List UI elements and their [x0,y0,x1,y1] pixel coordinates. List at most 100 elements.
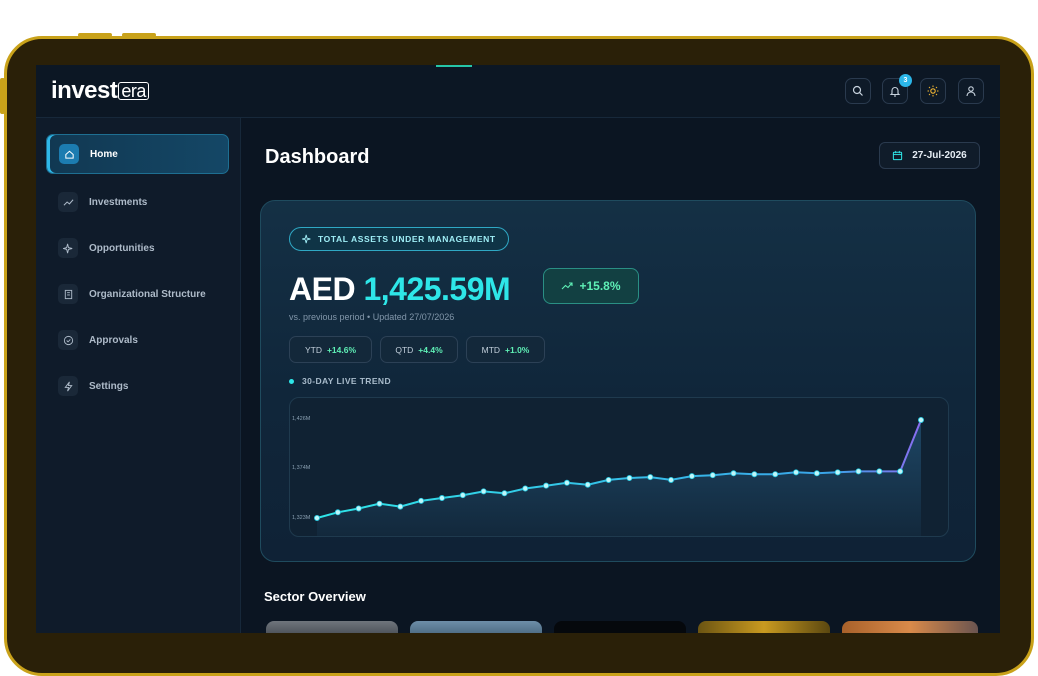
sidebar-item-label: Investments [89,196,148,208]
trend-point[interactable] [668,476,675,483]
period-value: +4.4% [418,344,443,355]
profile-button[interactable] [958,78,984,104]
trend-point[interactable] [751,471,758,478]
app-logo[interactable]: invest era [51,77,149,105]
trend-point[interactable] [584,481,591,488]
period-value: +14.6% [326,344,357,355]
trend-point[interactable] [397,503,404,510]
top-glow-accent [436,65,472,67]
bell-icon [889,87,901,97]
trend-point[interactable] [563,479,570,486]
theme-toggle-button[interactable] [920,78,946,104]
notifications-button[interactable]: 3 [882,74,912,104]
trend-point[interactable] [605,476,612,483]
sector-card-thumbnail[interactable] [266,621,398,633]
period-chip-ytd[interactable]: YTD +14.6% [289,336,372,363]
live-dot [289,378,294,384]
trend-point[interactable] [418,497,425,504]
building-icon [58,284,78,304]
growth-value: +15.8% [579,279,621,293]
sector-card-thumbnail[interactable] [698,621,830,633]
app-screen: invest era 3 Home Investments Opportuniti… [36,65,1000,633]
sidebar-item-label: Opportunities [89,242,155,254]
main-content: Dashboard 27-Jul-2026 TOTAL ASSETS UNDER… [242,118,1000,633]
sun-icon [927,85,939,97]
currency-label: AED [289,271,356,307]
sidebar-item-organizational-structure[interactable]: Organizational Structure [46,274,229,314]
update-subline: vs. previous period • Updated 27/07/2026 [289,312,455,322]
trend-point[interactable] [855,468,862,475]
trend-label: 30-DAY LIVE TREND [289,376,391,386]
search-icon [852,85,863,96]
trend-point[interactable] [522,485,529,492]
trend-point[interactable] [334,509,341,516]
assets-tag: TOTAL ASSETS UNDER MANAGEMENT [289,227,509,251]
trend-point[interactable] [918,416,925,423]
sidebar-item-label: Settings [89,380,129,392]
period-key: YTD [304,344,322,355]
date-label: 27-Jul-2026 [912,150,967,161]
trend-point[interactable] [709,472,716,479]
total-assets-value: AED 1,425.59M [289,271,511,308]
sidebar-item-investments[interactable]: Investments [46,182,229,222]
user-icon [966,86,976,97]
trend-point[interactable] [313,515,320,522]
trend-point[interactable] [688,473,695,480]
assets-amount: 1,425.59M [363,271,511,307]
trend-point[interactable] [730,470,737,477]
sector-card-thumbnail[interactable] [554,621,686,633]
period-chip-qtd[interactable]: QTD +4.4% [380,336,458,363]
sector-card-thumbnail[interactable] [842,621,978,633]
trend-point[interactable] [772,471,779,478]
date-picker-button[interactable]: 27-Jul-2026 [879,142,980,169]
trend-point[interactable] [876,468,883,475]
notification-badge: 3 [899,74,912,87]
period-value: +1.0% [505,344,530,355]
trend-chart: 1,426M 1,374M 1,323M [289,397,949,537]
period-key: MTD [481,344,501,355]
trend-point[interactable] [355,505,362,512]
bolt-icon [58,376,78,396]
trend-point[interactable] [543,482,550,489]
sidebar-item-label: Home [90,148,118,160]
sector-overview-title: Sector Overview [264,589,366,604]
sector-card-thumbnail[interactable] [410,621,542,633]
search-button[interactable] [845,78,871,104]
sidebar-item-label: Approvals [89,334,138,346]
growth-badge: +15.8% [543,268,639,304]
calendar-icon [893,150,903,161]
trend-point[interactable] [813,470,820,477]
trend-point[interactable] [438,495,445,502]
logo-main-text: invest [51,77,118,104]
logo-suffix-text: era [118,82,149,100]
home-icon [59,144,79,164]
trend-up-icon [562,282,574,290]
trend-point[interactable] [834,469,841,476]
sidebar-item-opportunities[interactable]: Opportunities [46,228,229,268]
assets-tag-label: TOTAL ASSETS UNDER MANAGEMENT [318,234,496,244]
trend-point[interactable] [647,474,654,481]
period-chip-mtd[interactable]: MTD +1.0% [466,336,545,363]
trend-point[interactable] [480,488,487,495]
sidebar: Home Investments Opportunities Organizat… [36,118,241,633]
trend-point[interactable] [376,500,383,507]
trend-icon [58,192,78,212]
period-key: QTD [395,344,414,355]
total-assets-card: TOTAL ASSETS UNDER MANAGEMENT AED 1,425.… [260,200,976,562]
trend-point[interactable] [897,468,904,475]
trend-label-text: 30-DAY LIVE TREND [302,376,391,386]
sidebar-item-approvals[interactable]: Approvals [46,320,229,360]
trend-point[interactable] [459,492,466,499]
page-title: Dashboard [265,146,370,168]
trend-point[interactable] [793,469,800,476]
trend-point[interactable] [626,475,633,482]
sparkle-icon [302,234,311,244]
top-bar: invest era 3 [36,65,1000,118]
sidebar-item-home[interactable]: Home [46,134,229,174]
sidebar-item-settings[interactable]: Settings [46,366,229,406]
trend-point[interactable] [501,490,508,497]
sidebar-item-label: Organizational Structure [89,288,206,300]
sparkle-icon [58,238,78,258]
trend-chart-svg [313,416,925,536]
check-circle-icon [58,330,78,350]
